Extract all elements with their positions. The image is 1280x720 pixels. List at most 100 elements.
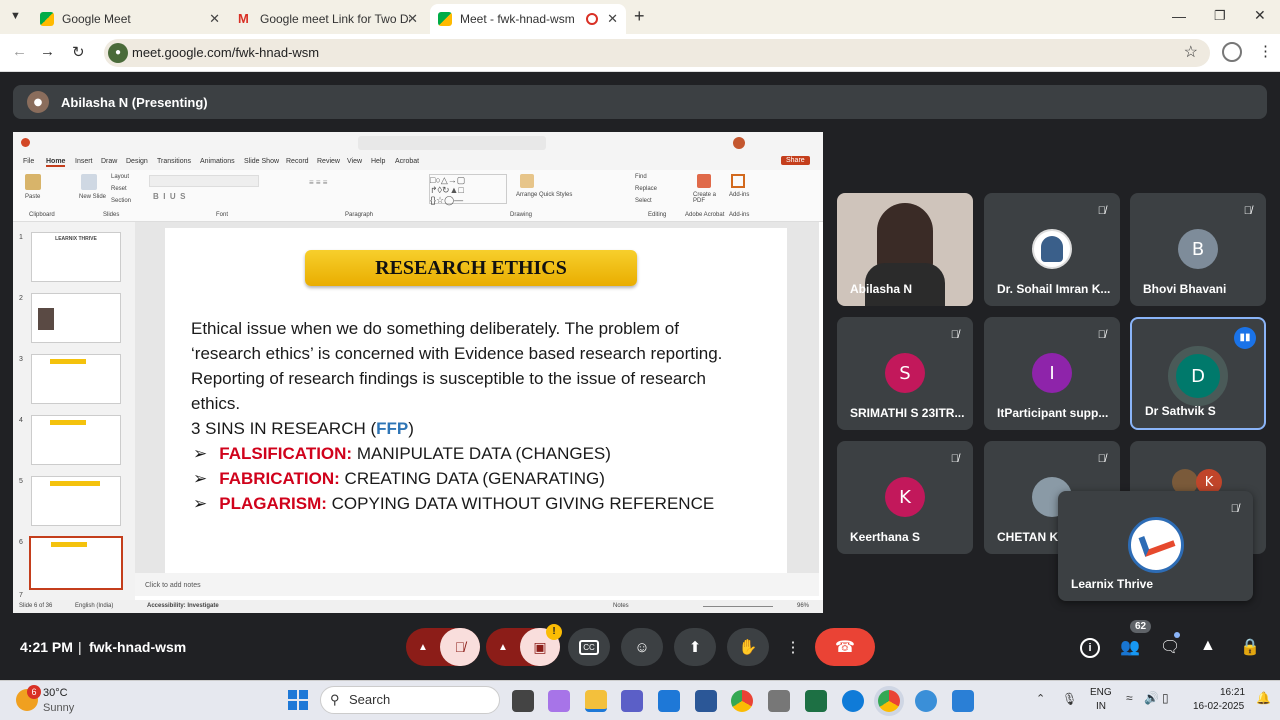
people-icon[interactable]: 👥 — [1120, 637, 1140, 657]
participant-tile[interactable]: 🎙̸ S SRIMATHI S 23ITR... — [837, 317, 973, 430]
bookmark-star-icon[interactable]: ☆ — [1184, 39, 1198, 67]
menu-record[interactable]: Record — [286, 158, 309, 165]
participant-tile[interactable]: Abilasha N — [837, 193, 973, 306]
slide-thumbnail-selected[interactable] — [29, 536, 123, 590]
reset-button[interactable]: Reset — [111, 186, 127, 192]
status-accessibility[interactable]: Accessibility: Investigate — [147, 603, 219, 609]
clock-time[interactable]: 16:21 — [1220, 687, 1245, 698]
zoom-slider[interactable] — [703, 606, 773, 607]
layout-button[interactable]: Layout — [111, 174, 129, 180]
menu-transitions[interactable]: Transitions — [157, 158, 191, 165]
excel-icon[interactable] — [805, 690, 827, 712]
participant-tile[interactable]: 🎙̸ I ItParticipant supp... — [984, 317, 1120, 430]
status-language[interactable]: English (India) — [75, 603, 113, 609]
slide-title[interactable]: RESEARCH ETHICS — [305, 250, 637, 286]
taskbar-search[interactable]: ⚲ Search — [320, 686, 500, 714]
font-format-icons[interactable]: B I U S — [153, 192, 185, 201]
menu-slide-show[interactable]: Slide Show — [244, 158, 279, 165]
self-view-tile[interactable]: 🎙̸ Learnix Thrive — [1058, 491, 1253, 601]
close-tab-icon[interactable]: ✕ — [209, 11, 220, 27]
quick-styles-label[interactable]: Quick Styles — [539, 192, 572, 198]
slide-thumbnail[interactable] — [31, 354, 121, 404]
site-info-icon[interactable]: ● — [108, 43, 128, 63]
activities-icon[interactable]: ▲ — [1200, 637, 1216, 655]
paragraph-icons[interactable]: ≡ ≡ ≡ — [309, 178, 327, 187]
participant-tile-speaking[interactable]: ▮▮ D Dr Sathvik S — [1130, 317, 1266, 430]
chrome-icon[interactable] — [731, 690, 753, 712]
shapes-gallery[interactable]: □○△→▢ ↱◊↻▲□ {}☆◯— — [429, 174, 507, 205]
url-bar[interactable]: ● meet.google.com/fwk-hnad-wsm ☆ — [104, 39, 1210, 67]
participant-tile[interactable]: 🎙̸ Dr. Sohail Imran K... — [984, 193, 1120, 306]
raise-hand-button[interactable]: ✋ — [727, 628, 769, 666]
close-tab-icon[interactable]: ✕ — [607, 11, 618, 27]
meeting-info-icon[interactable]: i — [1080, 638, 1100, 658]
emoji-button[interactable]: ☺ — [621, 628, 663, 666]
present-button[interactable]: ⬆ — [674, 628, 716, 666]
ppt-search-box[interactable] — [358, 136, 546, 150]
menu-file[interactable]: File — [23, 158, 34, 165]
close-tab-icon[interactable]: ✕ — [407, 11, 418, 27]
edge-icon[interactable] — [842, 690, 864, 712]
app-icon[interactable] — [915, 690, 937, 712]
slide-thumbnail[interactable] — [31, 476, 121, 526]
mic-off-icon[interactable]: 🎙̸ — [440, 628, 480, 666]
host-controls-icon[interactable]: 🔒 — [1240, 637, 1260, 657]
menu-acrobat[interactable]: Acrobat — [395, 158, 419, 165]
tab-gmail[interactable]: M Google meet Link for Two Days ✕ — [230, 4, 426, 34]
create-pdf-icon[interactable] — [697, 174, 711, 188]
reload-icon[interactable]: ↻ — [72, 43, 85, 61]
more-options-button[interactable]: ⋮ — [780, 628, 806, 666]
new-slide-icon[interactable] — [81, 174, 97, 190]
select-button[interactable]: Select — [635, 198, 652, 204]
mic-tray-icon[interactable]: 🎙 — [1062, 692, 1077, 706]
notes-pane[interactable]: Click to add notes — [135, 573, 819, 596]
arrange-icon[interactable] — [520, 174, 534, 188]
profile-icon[interactable] — [1222, 42, 1242, 62]
window-close-icon[interactable]: ✕ — [1254, 7, 1266, 24]
forward-icon[interactable]: → — [40, 43, 55, 60]
language-indicator[interactable]: ENG — [1090, 687, 1112, 698]
participant-tile[interactable]: 🎙̸ K Keerthana S — [837, 441, 973, 554]
browser-menu-icon[interactable]: ⋮ — [1258, 42, 1273, 60]
menu-animations[interactable]: Animations — [200, 158, 235, 165]
captions-button[interactable]: CC — [568, 628, 610, 666]
leave-call-button[interactable]: ☎ — [815, 628, 875, 666]
tab-search-icon[interactable]: ▼ — [10, 10, 21, 22]
restore-icon[interactable]: ❐ — [1214, 8, 1226, 24]
slide-thumbnail[interactable]: LEARNIX THRIVE — [31, 232, 121, 282]
paste-icon[interactable] — [25, 174, 41, 190]
back-icon[interactable]: ← — [12, 43, 27, 60]
teams-icon[interactable] — [621, 690, 643, 712]
new-tab-icon[interactable]: + — [634, 6, 645, 27]
tab-google-meet[interactable]: Google Meet ✕ — [32, 4, 228, 34]
menu-design[interactable]: Design — [126, 158, 148, 165]
slide-thumbnail[interactable] — [31, 293, 121, 343]
menu-help[interactable]: Help — [371, 158, 385, 165]
find-button[interactable]: Find — [635, 174, 647, 180]
volume-icon[interactable]: 🔊 — [1144, 691, 1159, 705]
chevron-up-icon[interactable]: ▲ — [406, 642, 440, 653]
menu-insert[interactable]: Insert — [75, 158, 93, 165]
chrome-active-icon[interactable] — [878, 690, 900, 712]
file-explorer-icon[interactable] — [585, 690, 607, 712]
copilot-icon[interactable] — [548, 690, 570, 712]
tab-meet-active[interactable]: Meet - fwk-hnad-wsm ✕ — [430, 4, 626, 34]
wifi-icon[interactable]: ≈ — [1126, 691, 1133, 705]
minimize-icon[interactable]: — — [1172, 8, 1186, 24]
chevron-up-icon[interactable]: ▲ — [486, 642, 520, 653]
task-view-icon[interactable] — [512, 690, 534, 712]
menu-draw[interactable]: Draw — [101, 158, 117, 165]
section-button[interactable]: Section — [111, 198, 131, 204]
windows-start-icon[interactable] — [288, 690, 308, 710]
status-zoom[interactable]: 96% — [797, 603, 809, 609]
app-icon[interactable] — [768, 690, 790, 712]
chat-icon[interactable]: 🗨 — [1160, 637, 1180, 657]
store-icon[interactable] — [695, 690, 717, 712]
font-name-field[interactable] — [149, 175, 259, 187]
menu-home[interactable]: Home — [46, 158, 66, 167]
share-button[interactable]: Share — [781, 156, 810, 165]
menu-review[interactable]: Review — [317, 158, 340, 165]
ppt-account-icon[interactable] — [733, 137, 745, 149]
replace-button[interactable]: Replace — [635, 186, 657, 192]
menu-view[interactable]: View — [347, 158, 362, 165]
